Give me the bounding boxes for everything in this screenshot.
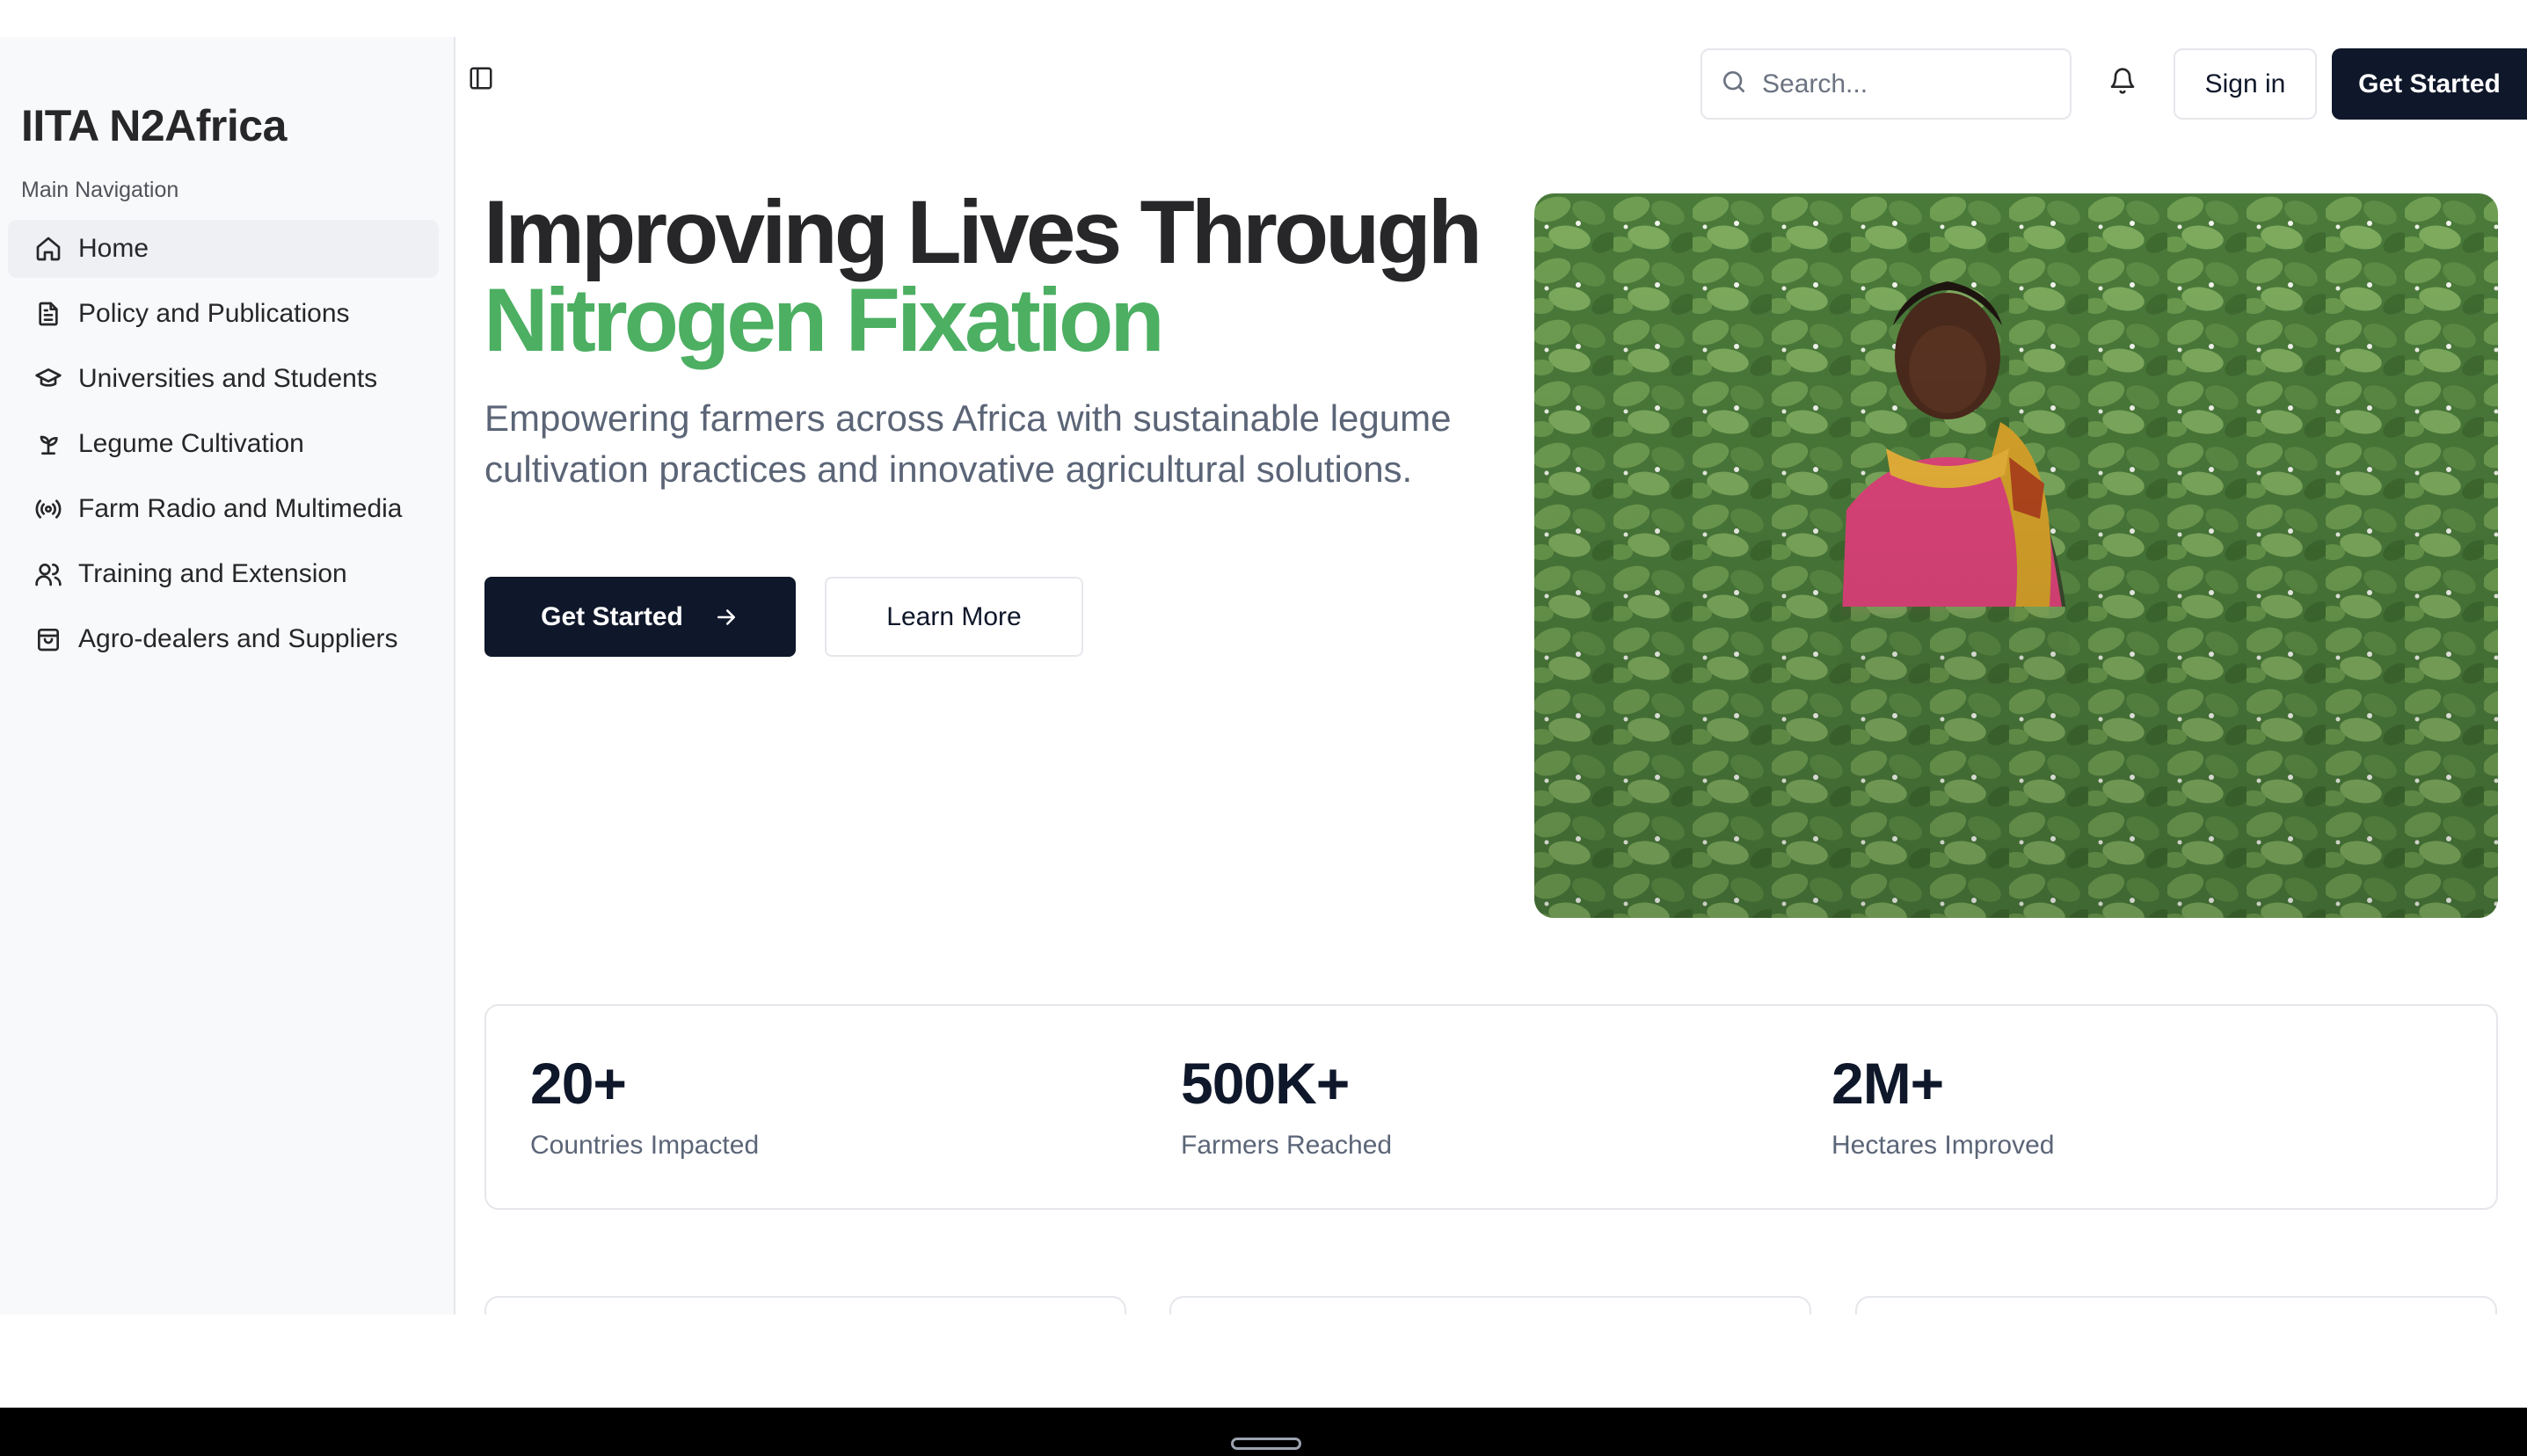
hero-get-started-button[interactable]: Get Started xyxy=(484,577,796,657)
home-indicator[interactable] xyxy=(1231,1438,1301,1450)
sidebar-item-training[interactable]: Training and Extension xyxy=(8,545,439,603)
search-input[interactable] xyxy=(1762,69,2043,99)
sidebar-item-label: Legume Cultivation xyxy=(78,429,304,458)
search-box xyxy=(1700,48,2072,120)
panel-left-icon xyxy=(468,65,494,96)
sidebar-item-label: Training and Extension xyxy=(78,559,347,588)
hero-title: Improving Lives Through Nitrogen Fixatio… xyxy=(484,182,1495,370)
sidebar: IITA N2Africa Main Navigation Home Polic… xyxy=(0,37,455,1314)
sidebar-item-home[interactable]: Home xyxy=(8,220,439,278)
viewport-bottom-area xyxy=(0,1314,2527,1408)
screen: IITA N2Africa Main Navigation Home Polic… xyxy=(0,0,2527,1456)
hero-image xyxy=(1534,193,2498,918)
sign-in-button[interactable]: Sign in xyxy=(2174,48,2317,120)
notifications-button[interactable] xyxy=(2105,65,2140,100)
hero-title-line1: Improving Lives Through xyxy=(484,182,1482,282)
users-icon xyxy=(34,560,62,588)
search-icon xyxy=(1720,68,1748,100)
radio-icon xyxy=(34,495,62,523)
stat-hectares: 2M+ Hectares Improved xyxy=(1832,1050,2054,1161)
nav-section-title: Main Navigation xyxy=(21,178,179,202)
main-navigation: Home Policy and Publications Universitie… xyxy=(8,220,439,675)
stat-label: Hectares Improved xyxy=(1832,1131,2055,1160)
top-strip xyxy=(0,0,2527,37)
stat-value: 500K+ xyxy=(1181,1051,1350,1116)
sidebar-item-label: Home xyxy=(78,234,149,263)
stat-label: Countries Impacted xyxy=(530,1131,760,1160)
sidebar-item-label: Policy and Publications xyxy=(78,299,350,328)
learn-more-button[interactable]: Learn More xyxy=(825,577,1083,657)
arrow-right-icon xyxy=(713,604,739,630)
stat-value: 20+ xyxy=(530,1051,627,1116)
sidebar-item-radio[interactable]: Farm Radio and Multimedia xyxy=(8,480,439,538)
bell-icon xyxy=(2108,67,2137,99)
hero-get-started-label: Get Started xyxy=(541,601,683,631)
brand-logo[interactable]: IITA N2Africa xyxy=(21,100,287,151)
sidebar-item-agro-dealers[interactable]: Agro-dealers and Suppliers xyxy=(8,610,439,668)
home-icon xyxy=(34,235,62,263)
hero-subtitle: Empowering farmers across Africa with su… xyxy=(484,397,1452,490)
sidebar-item-policy[interactable]: Policy and Publications xyxy=(8,285,439,343)
sidebar-item-universities[interactable]: Universities and Students xyxy=(8,350,439,408)
document-icon xyxy=(34,300,62,328)
header-get-started-button[interactable]: Get Started xyxy=(2332,48,2527,120)
stat-label: Farmers Reached xyxy=(1181,1131,1393,1160)
sidebar-item-label: Agro-dealers and Suppliers xyxy=(78,624,398,653)
stat-value: 2M+ xyxy=(1832,1051,1944,1116)
graduation-cap-icon xyxy=(34,365,62,393)
stat-farmers: 500K+ Farmers Reached xyxy=(1181,1050,1392,1161)
hero-title-line2: Nitrogen Fixation xyxy=(484,270,1165,370)
stat-countries: 20+ Countries Impacted xyxy=(530,1050,759,1161)
sidebar-toggle-button[interactable] xyxy=(466,65,496,95)
sidebar-item-label: Farm Radio and Multimedia xyxy=(78,494,403,523)
sidebar-item-label: Universities and Students xyxy=(78,364,378,393)
stats-card: 20+ Countries Impacted 500K+ Farmers Rea… xyxy=(484,1004,2498,1210)
shopping-bag-icon xyxy=(34,625,62,653)
sprout-icon xyxy=(34,430,62,458)
sidebar-item-legume[interactable]: Legume Cultivation xyxy=(8,415,439,473)
